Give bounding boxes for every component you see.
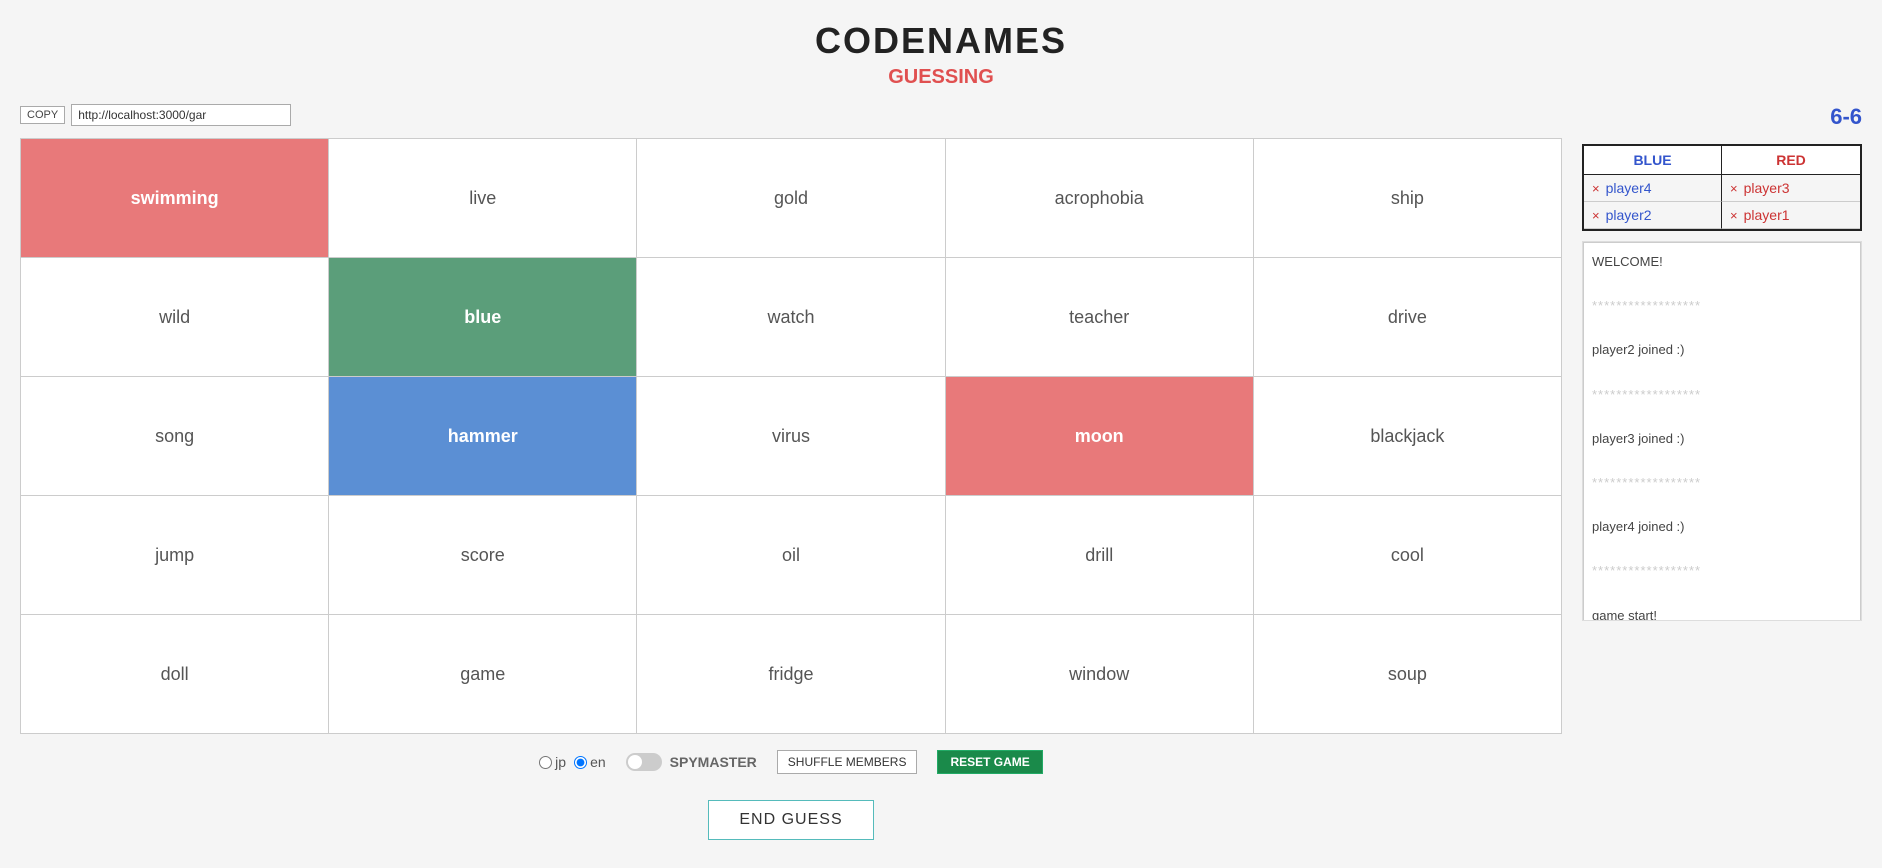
grid-cell-22[interactable]: fridge	[637, 615, 944, 733]
red-player-2-remove[interactable]: ×	[1730, 208, 1738, 223]
radio-en-text: en	[590, 754, 606, 770]
blue-player-2: × player2	[1584, 202, 1722, 229]
grid-cell-1[interactable]: live	[329, 139, 636, 257]
blue-player-1-name: player4	[1606, 180, 1652, 196]
blue-player-2-remove[interactable]: ×	[1592, 208, 1600, 223]
end-guess-container: END GUESS	[20, 800, 1562, 840]
radio-jp-label[interactable]: jp	[539, 754, 566, 770]
grid-cell-18[interactable]: drill	[946, 496, 1253, 614]
grid-cell-23[interactable]: window	[946, 615, 1253, 733]
end-guess-button[interactable]: END GUESS	[708, 800, 873, 840]
chat-line-5: ******************	[1592, 472, 1852, 494]
grid-cell-10[interactable]: song	[21, 377, 328, 495]
bottom-controls: jp en SPYMASTER SHUFFLE MEMBERS RESET GA…	[20, 750, 1562, 784]
grid-cell-13[interactable]: moon	[946, 377, 1253, 495]
game-grid: swimminglivegoldacrophobiaship wildbluewa…	[20, 138, 1562, 734]
right-panel: 6-6 BLUE RED × player4 × player3 × playe…	[1582, 104, 1862, 840]
chat-container[interactable]: WELCOME! ****************** player2 joined…	[1582, 241, 1862, 621]
grid-cell-5[interactable]: wild	[21, 258, 328, 376]
blue-player-1-remove[interactable]: ×	[1592, 181, 1600, 196]
chat-line-7: ******************	[1592, 560, 1852, 582]
page-title: CODENAMES	[0, 20, 1882, 62]
grid-cell-7[interactable]: watch	[637, 258, 944, 376]
radio-jp-text: jp	[555, 754, 566, 770]
grid-cell-9[interactable]: drive	[1254, 258, 1561, 376]
red-player-2: × player1	[1722, 202, 1860, 229]
score-area: 6-6	[1582, 104, 1862, 130]
red-team-header: RED	[1722, 146, 1860, 175]
grid-cell-0[interactable]: swimming	[21, 139, 328, 257]
spymaster-toggle-group: SPYMASTER	[626, 753, 757, 771]
chat-panel: WELCOME! ****************** player2 joined…	[1583, 242, 1861, 621]
score-display: 6-6	[1830, 104, 1862, 130]
grid-cell-19[interactable]: cool	[1254, 496, 1561, 614]
chat-line-2: player2 joined :)	[1592, 339, 1852, 361]
chat-line-4: player3 joined :)	[1592, 428, 1852, 450]
grid-cell-2[interactable]: gold	[637, 139, 944, 257]
radio-en[interactable]	[574, 756, 587, 769]
players-table: BLUE RED × player4 × player3 × player2 ×…	[1582, 144, 1862, 231]
grid-cell-20[interactable]: doll	[21, 615, 328, 733]
header: CODENAMES GUESSING	[0, 0, 1882, 94]
shuffle-members-button[interactable]: SHUFFLE MEMBERS	[777, 750, 918, 774]
chat-line-0: WELCOME!	[1592, 251, 1852, 273]
grid-cell-17[interactable]: oil	[637, 496, 944, 614]
copy-button[interactable]: COPY	[20, 106, 65, 124]
grid-cell-21[interactable]: game	[329, 615, 636, 733]
reset-game-button[interactable]: RESET GAME	[937, 750, 1042, 774]
grid-cell-24[interactable]: soup	[1254, 615, 1561, 733]
chat-line-1: ******************	[1592, 295, 1852, 317]
grid-cell-8[interactable]: teacher	[946, 258, 1253, 376]
grid-cell-3[interactable]: acrophobia	[946, 139, 1253, 257]
red-player-1-name: player3	[1744, 180, 1790, 196]
radio-jp[interactable]	[539, 756, 552, 769]
grid-cell-4[interactable]: ship	[1254, 139, 1561, 257]
grid-cell-11[interactable]: hammer	[329, 377, 636, 495]
blue-player-2-name: player2	[1606, 207, 1652, 223]
red-player-1-remove[interactable]: ×	[1730, 181, 1738, 196]
main-layout: COPY swimminglivegoldacrophobiashipwildb…	[0, 94, 1882, 850]
language-radio-group: jp en	[539, 754, 605, 770]
chat-line-6: player4 joined :)	[1592, 516, 1852, 538]
spymaster-label: SPYMASTER	[670, 754, 757, 770]
blue-team-header: BLUE	[1584, 146, 1722, 175]
url-bar: COPY	[20, 104, 1562, 126]
grid-cell-15[interactable]: jump	[21, 496, 328, 614]
grid-cell-6[interactable]: blue	[329, 258, 636, 376]
grid-cell-16[interactable]: score	[329, 496, 636, 614]
game-status: GUESSING	[0, 66, 1882, 89]
red-player-1: × player3	[1722, 175, 1860, 202]
radio-en-label[interactable]: en	[574, 754, 606, 770]
url-input[interactable]	[71, 104, 291, 126]
chat-line-3: ******************	[1592, 384, 1852, 406]
red-player-2-name: player1	[1744, 207, 1790, 223]
spymaster-toggle[interactable]	[626, 753, 662, 771]
left-panel: COPY swimminglivegoldacrophobiashipwildb…	[20, 104, 1562, 840]
blue-player-1: × player4	[1584, 175, 1722, 202]
grid-cell-12[interactable]: virus	[637, 377, 944, 495]
chat-line-8: game start!	[1592, 605, 1852, 622]
grid-cell-14[interactable]: blackjack	[1254, 377, 1561, 495]
